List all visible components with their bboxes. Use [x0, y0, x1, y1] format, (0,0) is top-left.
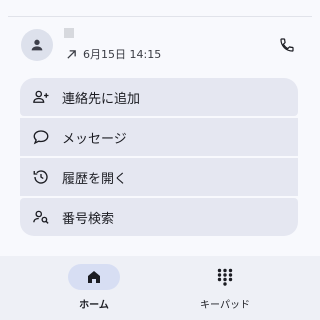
dialpad-icon: [217, 268, 233, 286]
home-icon: [88, 271, 100, 283]
action-label: 履歴を開く: [62, 171, 128, 187]
number-search-action[interactable]: 番号検索: [20, 198, 298, 236]
action-label: 連絡先に追加: [62, 91, 141, 107]
nav-home[interactable]: ホーム: [44, 264, 144, 311]
phone-icon: [280, 38, 294, 52]
call-time: 6月15日 14:15: [83, 48, 162, 61]
history-icon: [32, 168, 50, 186]
add-person-icon: [32, 88, 50, 106]
open-history-action[interactable]: 履歴を開く: [20, 158, 298, 196]
nav-keypad-pill: [199, 264, 251, 290]
nav-home-label: ホーム: [79, 300, 109, 311]
call-history-card: 6月15日 14:15 連絡先に追加 メッセージ 履歴を開く 番号検索: [0, 0, 320, 256]
call-button[interactable]: [276, 34, 298, 56]
call-info: 6月15日 14:15: [66, 46, 161, 62]
call-actions-list: 連絡先に追加 メッセージ 履歴を開く 番号検索: [20, 78, 298, 238]
add-contact-action[interactable]: 連絡先に追加: [20, 78, 298, 116]
message-bubble-icon: [32, 128, 50, 146]
contact-name-placeholder: [64, 28, 74, 38]
call-entry[interactable]: 6月15日 14:15: [0, 17, 320, 73]
outgoing-call-arrow-icon: [67, 49, 76, 59]
person-search-icon: [32, 208, 50, 226]
avatar[interactable]: [21, 29, 53, 61]
bottom-navigation: ホーム キーパッド: [0, 256, 320, 320]
nav-keypad-label: キーパッド: [200, 300, 250, 311]
action-label: 番号検索: [62, 211, 115, 227]
message-action[interactable]: メッセージ: [20, 118, 298, 156]
action-label: メッセージ: [62, 131, 127, 147]
nav-home-pill: [68, 264, 120, 290]
nav-keypad[interactable]: キーパッド: [175, 264, 275, 311]
person-icon: [31, 39, 43, 51]
